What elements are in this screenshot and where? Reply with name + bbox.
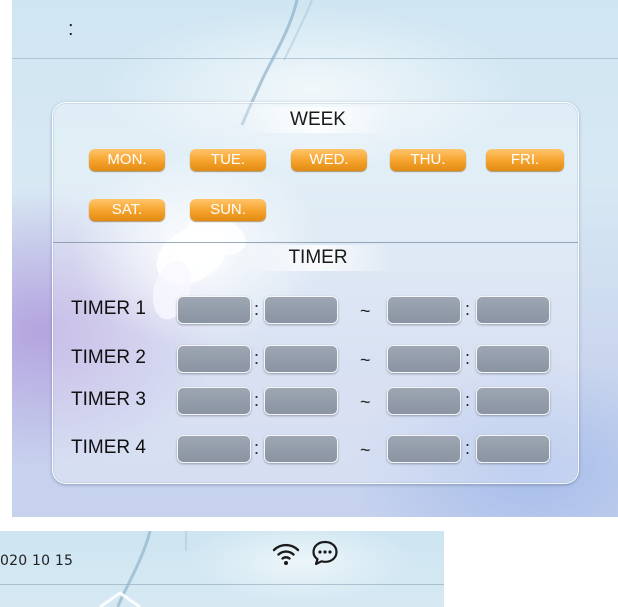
stem-decoration — [99, 531, 187, 607]
week-section-title: WEEK — [243, 107, 393, 133]
timer-2-label: TIMER 2 — [71, 347, 146, 368]
day-button-sun[interactable]: SUN. — [190, 199, 266, 221]
timer-3-label: TIMER 3 — [71, 389, 146, 410]
schedule-panel: WEEK MON. TUE. WED. THU. FRI. SAT. SUN. … — [52, 102, 579, 484]
timer-4-start-minute[interactable] — [264, 435, 338, 463]
timer-4-start-hour[interactable] — [177, 435, 251, 463]
timer-2-end-hour[interactable] — [387, 345, 461, 373]
timer-3-start-hour[interactable] — [177, 387, 251, 415]
timer-2-end-colon: : — [465, 348, 471, 368]
timer-2-start-hour[interactable] — [177, 345, 251, 373]
timer-3-range-tilde: ~ — [360, 392, 371, 412]
timer-3-end-minute[interactable] — [476, 387, 550, 415]
wifi-icon[interactable] — [271, 538, 301, 573]
timer-section-title: TIMER — [243, 245, 393, 271]
timer-1-range-tilde: ~ — [360, 301, 371, 321]
timer-1-start-colon: : — [254, 299, 260, 319]
timer-3-end-hour[interactable] — [387, 387, 461, 415]
day-button-mon[interactable]: MON. — [89, 149, 165, 171]
timer-4-range-tilde: ~ — [360, 440, 371, 460]
timer-3-start-minute[interactable] — [264, 387, 338, 415]
timer-1-label: TIMER 1 — [71, 298, 146, 319]
timer-4-end-colon: : — [465, 438, 471, 458]
day-button-wed[interactable]: WED. — [291, 149, 367, 171]
page-title: : — [68, 18, 74, 40]
timer-4-start-colon: : — [254, 438, 260, 458]
status-bar-divider — [0, 584, 444, 585]
day-button-sat[interactable]: SAT. — [89, 199, 165, 221]
timer-2-end-minute[interactable] — [476, 345, 550, 373]
timer-settings-screen: : WEEK MON. TUE. WED. THU. FRI. SAT. SUN… — [12, 0, 618, 517]
status-bar: 020 10 15 — [0, 531, 444, 607]
day-button-thu[interactable]: THU. — [390, 149, 466, 171]
date-text: 020 10 15 — [0, 553, 74, 569]
day-button-fri[interactable]: FRI. — [486, 149, 564, 171]
timer-1-end-minute[interactable] — [476, 296, 550, 324]
section-divider — [53, 242, 578, 243]
timer-3-start-colon: : — [254, 390, 260, 410]
timer-4-end-minute[interactable] — [476, 435, 550, 463]
timer-4-end-hour[interactable] — [387, 435, 461, 463]
timer-1-end-colon: : — [465, 299, 471, 319]
timer-2-range-tilde: ~ — [360, 350, 371, 370]
timer-1-start-hour[interactable] — [177, 296, 251, 324]
timer-2-start-minute[interactable] — [264, 345, 338, 373]
timer-2-start-colon: : — [254, 348, 260, 368]
timer-1-start-minute[interactable] — [264, 296, 338, 324]
title-bar: : — [12, 0, 618, 59]
chat-icon[interactable] — [310, 538, 340, 573]
timer-1-end-hour[interactable] — [387, 296, 461, 324]
day-button-tue[interactable]: TUE. — [190, 149, 266, 171]
timer-4-label: TIMER 4 — [71, 437, 146, 458]
timer-3-end-colon: : — [465, 390, 471, 410]
